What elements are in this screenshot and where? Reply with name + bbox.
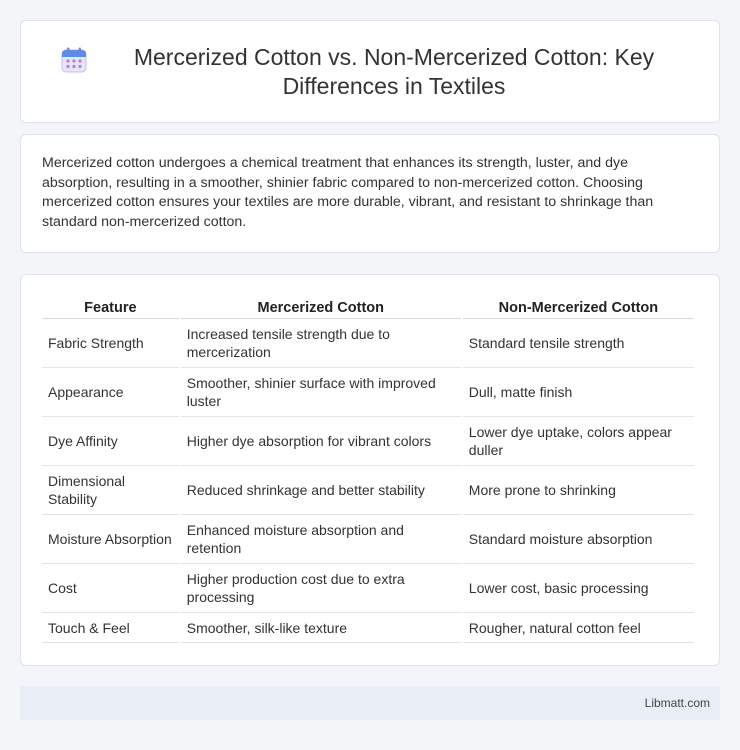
cell-mercerized: Smoother, shinier surface with improved … [180,368,461,417]
title-wrap: Mercerized Cotton vs. Non-Mercerized Cot… [61,43,679,101]
cell-feature: Appearance [42,368,179,417]
cell-feature: Touch & Feel [42,613,179,643]
cell-mercerized: Smoother, silk-like texture [180,613,461,643]
table-row: Moisture Absorption Enhanced moisture ab… [42,515,694,564]
cell-mercerized: Increased tensile strength due to mercer… [180,319,461,368]
cell-non-mercerized: Standard moisture absorption [462,515,694,564]
cell-mercerized: Higher production cost due to extra proc… [180,564,461,613]
table-row: Dimensional Stability Reduced shrinkage … [42,466,694,515]
cell-mercerized: Reduced shrinkage and better stability [180,466,461,515]
table-row: Fabric Strength Increased tensile streng… [42,319,694,368]
header-feature: Feature [42,297,179,319]
cell-feature: Cost [42,564,179,613]
table-row: Cost Higher production cost due to extra… [42,564,694,613]
header-non-mercerized: Non-Mercerized Cotton [462,297,694,319]
cell-feature: Dimensional Stability [42,466,179,515]
cell-non-mercerized: Lower cost, basic processing [462,564,694,613]
header-mercerized: Mercerized Cotton [180,297,461,319]
footer-bar: Libmatt.com [20,686,720,720]
comparison-table: Feature Mercerized Cotton Non-Mercerized… [40,297,696,643]
title-card: Mercerized Cotton vs. Non-Mercerized Cot… [20,20,720,123]
cell-non-mercerized: More prone to shrinking [462,466,694,515]
calendar-icon [61,47,87,72]
intro-card: Mercerized cotton undergoes a chemical t… [20,134,720,253]
cell-non-mercerized: Lower dye uptake, colors appear duller [462,417,694,466]
cell-non-mercerized: Rougher, natural cotton feel [462,613,694,643]
table-row: Appearance Smoother, shinier surface wit… [42,368,694,417]
cell-feature: Fabric Strength [42,319,179,368]
intro-paragraph: Mercerized cotton undergoes a chemical t… [42,155,654,230]
footer-site-link[interactable]: Libmatt.com [645,696,710,710]
table-header-row: Feature Mercerized Cotton Non-Mercerized… [42,297,694,319]
table-row: Dye Affinity Higher dye absorption for v… [42,417,694,466]
page-title: Mercerized Cotton vs. Non-Mercerized Cot… [133,43,655,99]
cell-feature: Dye Affinity [42,417,179,466]
cell-mercerized: Enhanced moisture absorption and retenti… [180,515,461,564]
cell-non-mercerized: Standard tensile strength [462,319,694,368]
comparison-card: Feature Mercerized Cotton Non-Mercerized… [20,274,720,666]
table-row: Touch & Feel Smoother, silk-like texture… [42,613,694,643]
cell-feature: Moisture Absorption [42,515,179,564]
cell-mercerized: Higher dye absorption for vibrant colors [180,417,461,466]
cell-non-mercerized: Dull, matte finish [462,368,694,417]
